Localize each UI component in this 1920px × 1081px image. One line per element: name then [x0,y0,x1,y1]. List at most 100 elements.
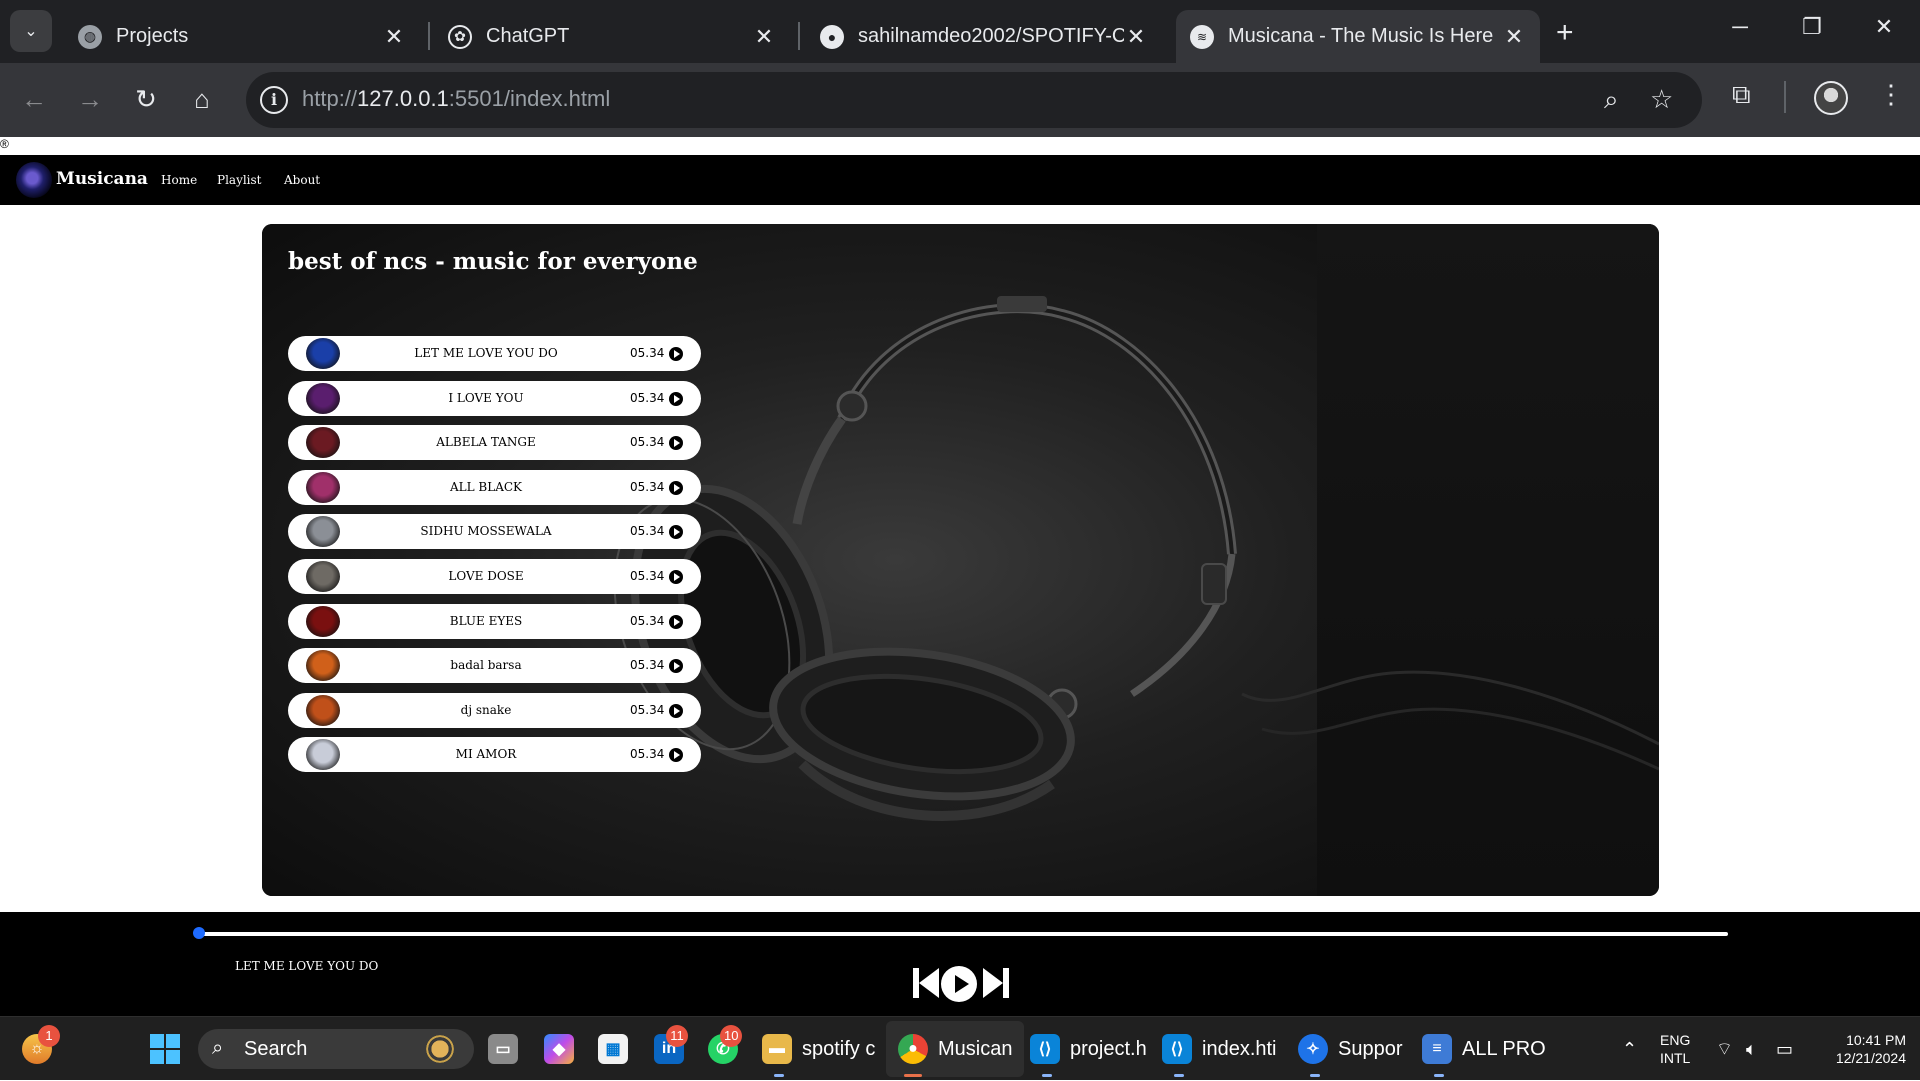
site-navbar: Musicana Home Playlist About [0,155,1920,205]
taskbar-app-notepad[interactable]: ≡ ALL PRO [1422,1017,1546,1081]
running-indicator [1310,1074,1320,1077]
star-icon[interactable]: ☆ [1650,84,1673,115]
song-item[interactable]: SIDHU MOSSEWALA 05.34 [288,514,701,550]
song-duration: 05.34 [630,435,665,450]
nav-playlist[interactable]: Playlist [217,173,262,187]
new-tab-button[interactable]: + [1556,16,1574,50]
play-circle-icon[interactable] [669,703,683,718]
globe-icon: ◍ [78,24,102,49]
song-name: BLUE EYES [449,613,523,628]
tray-overflow-chevron-icon[interactable]: ⌃ [1622,1017,1637,1081]
taskbar-app-support[interactable]: ✧ Suppor [1298,1017,1403,1081]
play-circle-icon[interactable] [669,436,683,451]
play-circle-icon[interactable] [669,391,683,406]
minimize-icon[interactable]: ─ [1720,14,1760,40]
play-circle-icon[interactable] [669,347,683,361]
tab-projects[interactable]: ◍ Projects ✕ [64,10,420,63]
clock-time: 10:41 PM [1846,1032,1906,1048]
zoom-icon[interactable]: ⌕ [1604,84,1619,116]
clock[interactable]: 10:41 PM 12/21/2024 [1816,1031,1906,1067]
next-icon[interactable] [983,968,1009,998]
song-item[interactable]: badal barsa 05.34 [288,648,701,684]
close-icon[interactable]: ✕ [1502,24,1526,50]
song-item[interactable]: dj snake 05.34 [288,692,701,728]
song-item[interactable]: MI AMOR 05.34 [288,737,701,773]
song-item[interactable]: LOVE DOSE 05.34 [288,559,701,594]
song-item[interactable]: ALL BLACK 05.34 [288,469,701,505]
progress-thumb[interactable] [193,927,205,939]
play-circle-icon[interactable] [669,748,683,763]
task-view-button[interactable]: ▭ [488,1017,528,1081]
taskbar-app-vscode-index[interactable]: ⟨⟩ index.hti [1162,1017,1277,1081]
song-cover-image [306,605,340,637]
copilot-button[interactable]: ◆ [544,1017,584,1081]
tab-github[interactable]: ● sahilnamdeo2002/SPOTIFY-CLO ✕ [806,10,1162,63]
volume-icon[interactable]: 🔈︎ [1746,1017,1757,1081]
nav-about[interactable]: About [284,173,320,187]
song-duration: 05.34 [630,613,665,628]
close-icon[interactable]: ✕ [752,24,776,50]
song-item[interactable]: I LOVE YOU 05.34 [288,380,701,416]
song-item[interactable]: BLUE EYES 05.34 [288,603,701,639]
close-icon[interactable]: ✕ [382,24,406,50]
song-duration: 05.34 [630,658,665,673]
taskbar-app-vscode-project[interactable]: ⟨⟩ project.h [1030,1017,1147,1081]
nav-home[interactable]: Home [161,173,197,187]
song-cover-image [306,739,340,771]
play-circle-icon[interactable] [669,525,683,540]
play-icon[interactable] [941,966,977,1002]
tab-separator [428,22,430,50]
running-indicator [904,1074,922,1077]
song-item[interactable]: LET ME LOVE YOU DO 05.34 [288,336,701,371]
url-text[interactable]: http://127.0.0.1:5501/index.html [302,86,610,112]
home-icon[interactable]: ⌂ [182,79,222,119]
taskbar-search[interactable]: ⌕ Search [198,1029,474,1069]
battery-icon[interactable]: ▭ [1776,1017,1793,1081]
taskbar-app-label: Musican [938,1037,1013,1060]
song-duration: 05.34 [630,569,665,583]
site-info-icon[interactable]: i [260,86,288,114]
restore-icon[interactable]: ❐ [1792,14,1832,40]
windows-start-icon [150,1034,180,1064]
store-button[interactable]: ▦ [598,1017,638,1081]
song-item[interactable]: ALBELA TANGE 05.34 [288,425,701,461]
playlist-title: best of ncs - music for everyone [288,248,698,275]
task-view-icon: ▭ [488,1034,518,1064]
page-top-strip [0,137,1920,155]
profile-avatar[interactable] [1814,81,1848,115]
taskbar-app-chrome[interactable]: ● Musican [886,1021,1025,1077]
wifi-icon[interactable]: ⌔ [1716,1017,1733,1081]
address-bar[interactable]: i http://127.0.0.1:5501/index.html ⌕ ☆ [246,72,1702,128]
tab-chatgpt[interactable]: ✿ ChatGPT ✕ [434,10,790,63]
reload-icon[interactable]: ↻ [126,79,166,119]
more-menu-icon[interactable]: ⋮ [1878,79,1904,110]
url-scheme: http:// [302,86,358,111]
play-circle-icon[interactable] [669,480,683,495]
play-circle-icon[interactable] [669,570,683,584]
back-arrow-icon[interactable]: ← [14,79,54,119]
taskbar-app-label: spotify c [802,1037,876,1060]
song-duration: 05.34 [630,390,665,405]
song-name: LET ME LOVE YOU DO [414,346,558,360]
language-indicator[interactable]: ENG INTL [1660,1031,1690,1067]
close-icon[interactable]: ✕ [1124,24,1148,50]
brand-name[interactable]: Musicana [56,169,148,189]
tab-musicana[interactable]: ≋ Musicana - The Music Is Here ✕ [1176,10,1540,63]
play-circle-icon[interactable] [669,614,683,629]
song-duration: 05.34 [630,702,665,717]
tab-search-button[interactable]: ⌄ [10,10,52,52]
extensions-icon[interactable]: ⧉ [1732,79,1751,111]
play-circle-icon[interactable] [669,659,683,674]
brand-logo [16,162,52,198]
forward-arrow-icon[interactable]: → [70,79,110,119]
previous-icon[interactable] [913,968,939,998]
taskbar-app-label: Suppor [1338,1037,1403,1060]
window-close-icon[interactable]: ✕ [1864,14,1904,40]
tab-title: ChatGPT [486,25,570,47]
running-indicator [1042,1074,1052,1077]
progress-bar[interactable] [196,932,1728,936]
taskbar-app-explorer[interactable]: ▬ spotify c [762,1017,875,1081]
widgets-badge: 1 [38,1025,60,1047]
start-button[interactable] [150,1017,180,1081]
song-name: LOVE DOSE [448,569,524,583]
